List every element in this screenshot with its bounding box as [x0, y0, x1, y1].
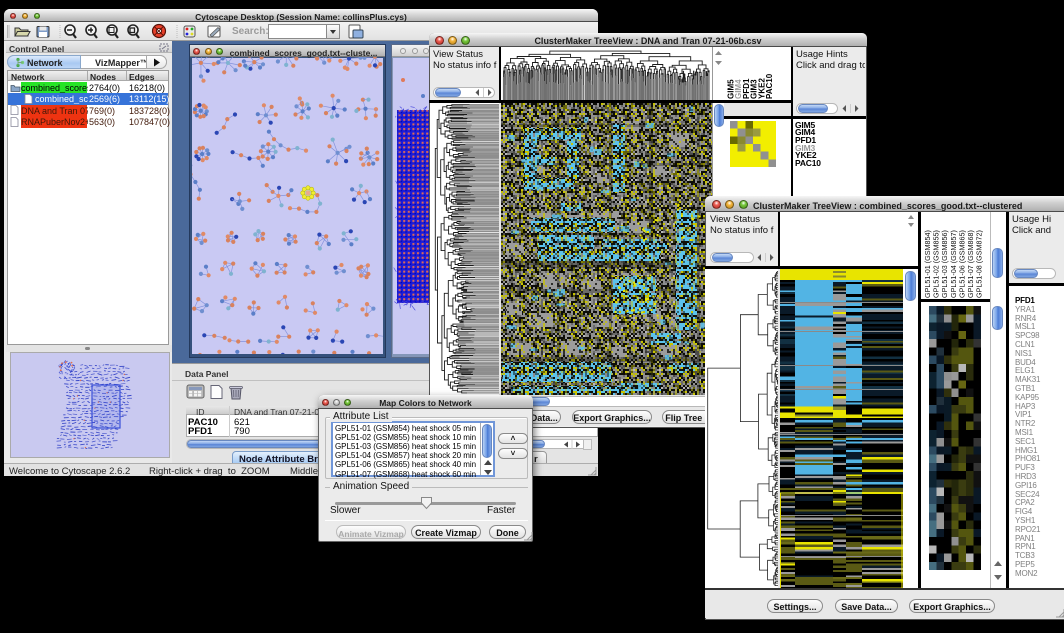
- svg-text:PAC10: PAC10: [765, 73, 774, 99]
- svg-text:GPL51-08 (GSM872): GPL51-08 (GSM872): [974, 230, 983, 298]
